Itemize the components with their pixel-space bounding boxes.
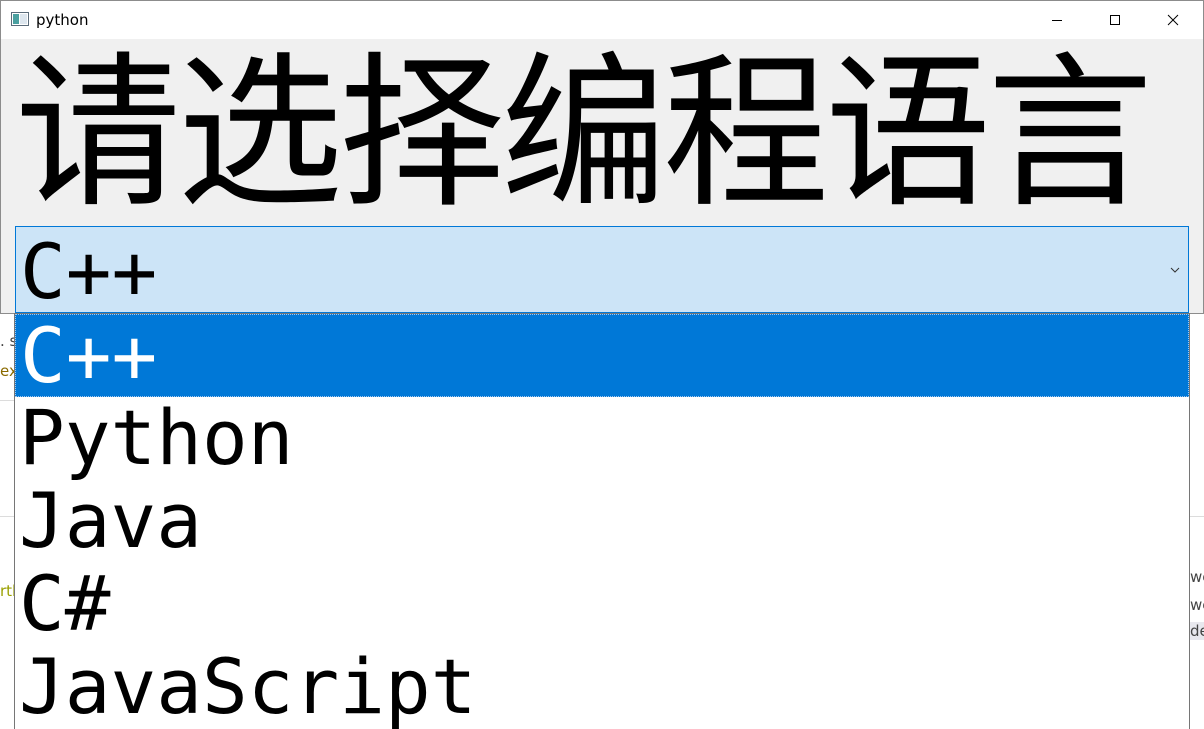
background-divider (0, 516, 14, 517)
maximize-button[interactable] (1086, 1, 1144, 39)
background-text: . s (0, 332, 14, 350)
chevron-down-icon[interactable] (1168, 263, 1182, 277)
maximize-icon (1110, 15, 1120, 25)
window-title: python (36, 11, 89, 29)
background-window-left: . s ex rtl (0, 314, 15, 729)
dropdown-option-javascript[interactable]: JavaScript (15, 646, 1189, 729)
close-icon (1167, 14, 1179, 26)
title-bar[interactable]: python (1, 1, 1203, 39)
app-icon (11, 12, 29, 26)
language-dropdown-list: C++ Python Java C# JavaScript (14, 313, 1190, 729)
background-text: rtl (0, 582, 14, 600)
background-text: ex (0, 362, 14, 380)
background-divider (0, 400, 14, 401)
background-text: we (1190, 596, 1204, 614)
combobox-selected-value: C++ (20, 227, 158, 316)
minimize-icon (1052, 20, 1062, 21)
close-button[interactable] (1144, 1, 1202, 39)
background-window-right: we we de (1190, 314, 1204, 729)
app-window: python 请选择编程语言 C++ (0, 0, 1204, 314)
dropdown-option-csharp[interactable]: C# (15, 563, 1189, 646)
prompt-heading: 请选择编程语言 (15, 45, 1153, 225)
background-text: we (1190, 568, 1204, 586)
background-text: de (1190, 622, 1204, 640)
background-divider (1190, 516, 1204, 517)
dropdown-option-python[interactable]: Python (15, 397, 1189, 480)
minimize-button[interactable] (1028, 1, 1086, 39)
dropdown-option-cpp[interactable]: C++ (15, 314, 1189, 397)
language-combobox[interactable]: C++ (15, 226, 1189, 313)
dropdown-option-java[interactable]: Java (15, 480, 1189, 563)
